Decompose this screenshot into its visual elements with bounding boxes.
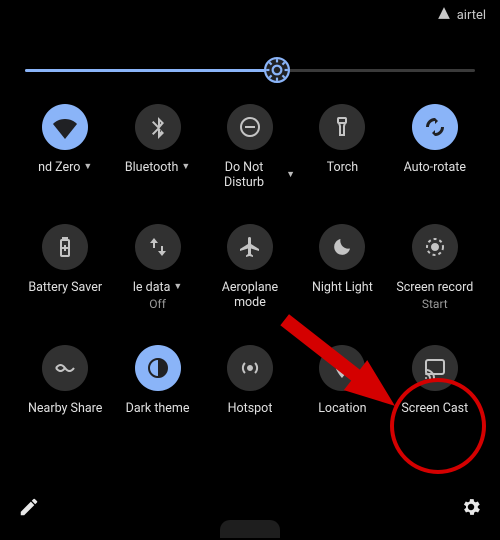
airplane-label: Aeroplane mode [205, 280, 295, 310]
brightness-slider[interactable] [25, 60, 475, 80]
cast-label: Screen Cast [401, 401, 468, 416]
tile-mobile-data[interactable]: le data▼ Off [112, 224, 202, 311]
tile-screen-cast[interactable]: Screen Cast [390, 345, 480, 416]
tiles-grid: nd Zero▼ Bluetooth▼ Do Not Disturb▼ Torc… [20, 104, 480, 416]
brightness-thumb[interactable] [264, 57, 290, 83]
signal-icon [437, 6, 451, 24]
cast-icon[interactable] [412, 345, 458, 391]
quick-settings-panel: { "status": { "carrier": "airtel" }, "br… [0, 0, 500, 540]
tile-airplane[interactable]: Aeroplane mode [205, 224, 295, 311]
mobile-data-sub: Off [149, 297, 166, 311]
tile-wifi[interactable]: nd Zero▼ [20, 104, 110, 190]
nearby-share-label: Nearby Share [28, 401, 102, 416]
tile-nearby-share[interactable]: Nearby Share [20, 345, 110, 416]
chevron-down-icon[interactable]: ▼ [286, 168, 295, 183]
chevron-down-icon[interactable]: ▼ [181, 160, 190, 175]
torch-label: Torch [327, 160, 359, 175]
tile-hotspot[interactable]: Hotspot [205, 345, 295, 416]
chevron-down-icon[interactable]: ▼ [83, 160, 92, 175]
screen-record-icon[interactable] [412, 224, 458, 270]
dark-theme-label: Dark theme [126, 401, 190, 416]
autorotate-icon[interactable] [412, 104, 458, 150]
tile-bluetooth[interactable]: Bluetooth▼ [112, 104, 202, 190]
dnd-icon[interactable] [227, 104, 273, 150]
settings-button[interactable] [460, 496, 482, 522]
night-light-label: Night Light [312, 280, 373, 295]
location-label: Location [318, 401, 366, 416]
brightness-fill [25, 69, 277, 72]
location-icon[interactable] [319, 345, 365, 391]
wifi-label: nd Zero [38, 160, 80, 175]
night-light-icon[interactable] [319, 224, 365, 270]
torch-icon[interactable] [319, 104, 365, 150]
tile-screen-record[interactable]: Screen record Start [390, 224, 480, 311]
edit-tiles-button[interactable] [18, 496, 40, 522]
hotspot-label: Hotspot [228, 401, 273, 416]
hotspot-icon[interactable] [227, 345, 273, 391]
tile-location[interactable]: Location [297, 345, 387, 416]
tile-dark-theme[interactable]: Dark theme [112, 345, 202, 416]
tile-dnd[interactable]: Do Not Disturb▼ [205, 104, 295, 190]
dnd-label: Do Not Disturb [205, 160, 283, 190]
wifi-icon[interactable] [42, 104, 88, 150]
mobile-data-icon[interactable] [135, 224, 181, 270]
screen-record-label: Screen record [396, 280, 473, 295]
tile-autorotate[interactable]: Auto-rotate [390, 104, 480, 190]
status-bar: airtel [437, 6, 486, 24]
brightness-track [25, 69, 475, 72]
tile-torch[interactable]: Torch [297, 104, 387, 190]
bluetooth-label: Bluetooth [125, 160, 179, 175]
battery-icon[interactable] [42, 224, 88, 270]
battery-label: Battery Saver [28, 280, 102, 295]
chevron-down-icon[interactable]: ▼ [173, 280, 182, 295]
airplane-icon[interactable] [227, 224, 273, 270]
drawer-handle[interactable] [220, 520, 280, 538]
carrier-label: airtel [457, 8, 486, 23]
dark-theme-icon[interactable] [135, 345, 181, 391]
screen-record-sub: Start [422, 297, 448, 311]
nearby-share-icon[interactable] [42, 345, 88, 391]
mobile-data-label: le data [133, 280, 171, 295]
tile-night-light[interactable]: Night Light [297, 224, 387, 311]
tile-battery-saver[interactable]: Battery Saver [20, 224, 110, 311]
bluetooth-icon[interactable] [135, 104, 181, 150]
autorotate-label: Auto-rotate [404, 160, 466, 175]
